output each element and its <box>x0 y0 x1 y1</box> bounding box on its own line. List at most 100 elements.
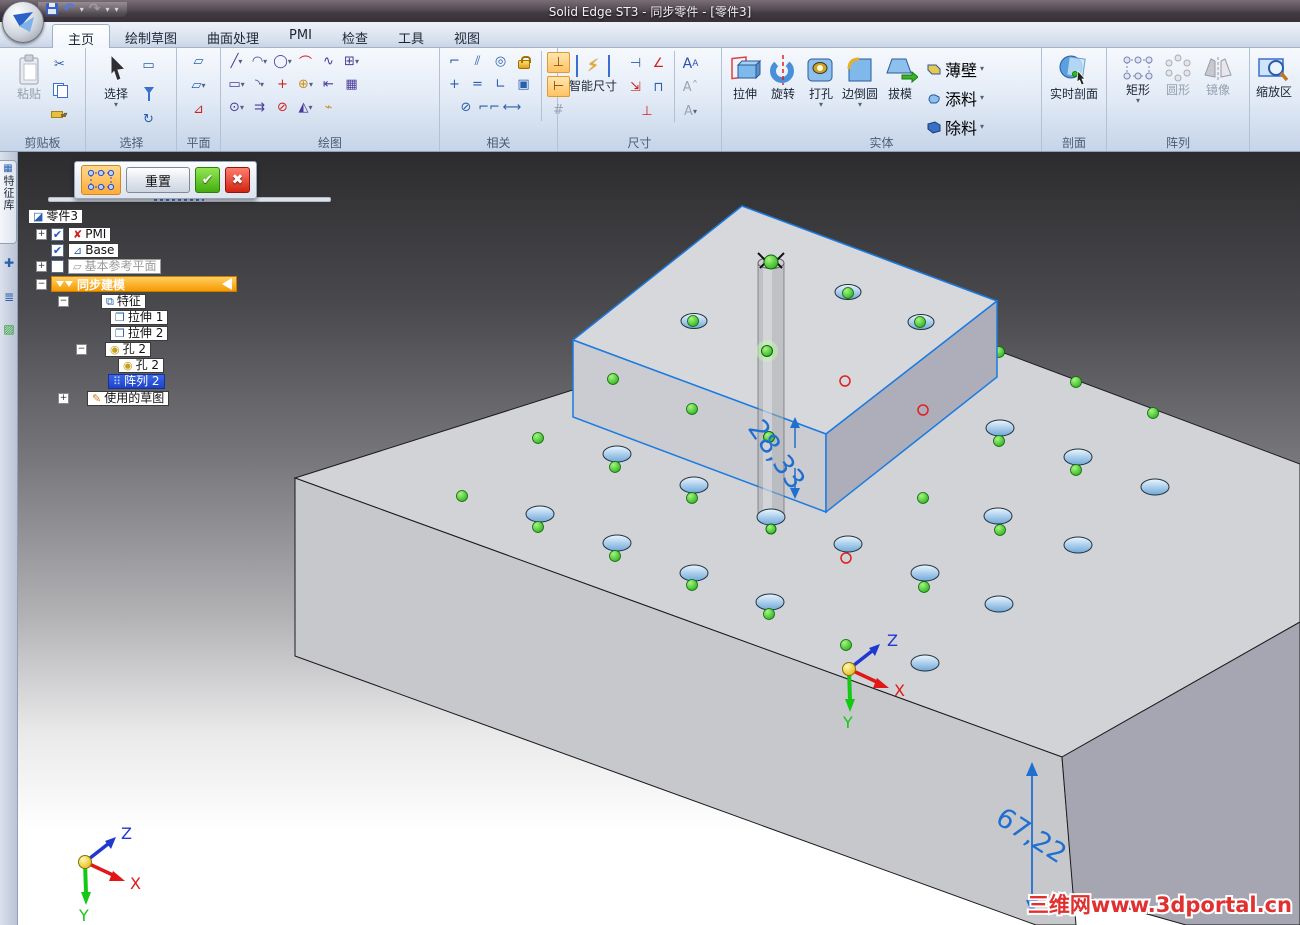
accept-button[interactable]: ✔ <box>195 167 220 193</box>
offset-tool-button[interactable]: ⇤ <box>317 74 340 95</box>
draft-button[interactable]: 拔模 <box>882 51 919 101</box>
angle-between-button[interactable]: ∠ <box>647 53 670 74</box>
equal-relation-button[interactable]: = <box>466 74 489 95</box>
tree-row-base[interactable]: ✔ ⊿ Base <box>51 243 120 258</box>
select-button[interactable]: 选择 ▾ <box>103 51 129 109</box>
rectangular-pattern-button[interactable]: 矩形 ▾ <box>1121 51 1155 105</box>
perpendicular-relation-button[interactable]: ∟ <box>489 74 512 95</box>
hole[interactable] <box>1063 536 1093 554</box>
tree-row-pattern-selected[interactable]: ⠿ 阵列 2 <box>108 374 165 389</box>
rectangular-pattern-active-tool[interactable] <box>81 165 121 195</box>
collapse-icon[interactable]: − <box>58 296 69 307</box>
rigid-set-relation-button[interactable]: ▣ <box>512 74 535 95</box>
ellipse-tool-button[interactable]: ⌒ <box>294 51 317 72</box>
hole[interactable] <box>679 476 709 494</box>
pmi-checkbox[interactable]: ✔ <box>51 228 64 241</box>
tab-home[interactable]: 主页 <box>52 24 111 48</box>
pattern-point-handle[interactable] <box>761 345 773 357</box>
zoom-area-button[interactable]: 缩放区 <box>1256 51 1292 99</box>
chamfer-tool-button[interactable]: ◭ ▾ <box>294 97 317 118</box>
tab-inspect[interactable]: 检查 <box>327 24 383 48</box>
hole-button[interactable]: 打孔 ▾ <box>804 51 838 109</box>
symmetric-diameter-button[interactable]: ⇲ <box>624 77 647 98</box>
tree-row-pmi[interactable]: + ✔ ✘ PMI <box>36 227 112 242</box>
tab-sketch[interactable]: 绘制草图 <box>110 24 192 48</box>
tree-row-sync-modeling[interactable]: − 同步建模 <box>36 276 237 292</box>
collinear-relation-button[interactable]: ⟷ <box>501 97 524 118</box>
base-checkbox[interactable]: ✔ <box>51 244 64 257</box>
tab-pmi[interactable]: PMI <box>274 24 327 48</box>
hatch-tool-button[interactable]: ▦ <box>340 74 363 95</box>
lock-relation-button[interactable] <box>512 51 535 72</box>
circle-tool-button[interactable]: ◯ ▾ <box>271 51 294 72</box>
tree-row-features[interactable]: − ⧉ 特征 <box>58 294 146 309</box>
round-button[interactable]: 边倒圆 ▾ <box>842 51 878 109</box>
rectangle-tool-button[interactable]: ▭ ▾ <box>225 74 248 95</box>
live-section-button[interactable]: 实时剖面 <box>1050 51 1098 101</box>
trim-tool-button[interactable]: ⊘ <box>271 97 294 118</box>
tree-row-extrude-1[interactable]: ❒ 拉伸 1 <box>110 310 169 325</box>
copy-button[interactable] <box>48 79 71 100</box>
distance-between-button[interactable]: ⊣ <box>624 53 647 74</box>
thin-wall-button[interactable]: 薄壁 ▾ <box>926 57 984 81</box>
symmetric-relation-button[interactable]: ⌐⌐ <box>478 97 501 118</box>
line-tool-button[interactable]: ╱ ▾ <box>225 51 248 72</box>
extrude-button[interactable]: 拉伸 <box>728 51 762 101</box>
grid-tool-button[interactable]: ⊞ ▾ <box>340 51 363 72</box>
select-filter-button[interactable] <box>137 82 160 103</box>
connect-relation-button[interactable]: ⌐ <box>443 51 466 72</box>
tangent-relation-button[interactable]: ⊘ <box>455 97 478 118</box>
rollback-triangle-icon[interactable] <box>222 278 232 290</box>
coordinate-dimension-button[interactable]: ⊓ <box>647 77 670 98</box>
tree-row-hole-child[interactable]: ◉ 孔 2 <box>118 358 165 373</box>
tab-surfacing[interactable]: 曲面处理 <box>192 24 274 48</box>
hole[interactable] <box>984 595 1014 613</box>
hole-axis-cylinder[interactable] <box>756 252 786 535</box>
project-edge-button[interactable]: ⇉ <box>248 97 271 118</box>
hole[interactable] <box>602 445 632 463</box>
spline-tool-button[interactable]: ∿ <box>317 51 340 72</box>
hole[interactable] <box>910 654 940 672</box>
hole[interactable] <box>525 505 555 523</box>
sync-modeling-bar[interactable]: 同步建模 <box>51 276 237 292</box>
select-window-button[interactable]: ▭ <box>137 55 160 76</box>
ref-planes-checkbox[interactable] <box>51 260 64 273</box>
tab-view[interactable]: 视图 <box>439 24 495 48</box>
expand-icon[interactable]: + <box>58 393 69 404</box>
more-planes-button[interactable]: ▱ ▾ <box>187 75 210 96</box>
hole[interactable] <box>755 593 785 611</box>
tree-row-hole-parent[interactable]: − ◉ 孔 2 <box>76 342 152 357</box>
hole[interactable] <box>679 564 709 582</box>
tree-row-extrude-2[interactable]: ❒ 拉伸 2 <box>110 326 169 341</box>
arc-tool-button[interactable]: ◠ ▾ <box>248 51 271 72</box>
expand-icon[interactable]: + <box>36 261 47 272</box>
fillet-tool-button[interactable]: ◝ ▾ <box>248 74 271 95</box>
tree-row-ref-planes[interactable]: + ▱ 基本参考平面 <box>36 259 162 274</box>
hole[interactable] <box>1140 478 1170 496</box>
pattern-point-handle[interactable] <box>765 523 777 535</box>
center-circle-tool-button[interactable]: ⊙ ▾ <box>225 97 248 118</box>
hole[interactable] <box>1063 448 1093 466</box>
angle-coordinate-button[interactable]: ⊥ <box>636 101 659 122</box>
reset-button[interactable]: 重置 <box>126 167 190 193</box>
cut-material-button[interactable]: 除料 ▾ <box>926 115 984 139</box>
hole[interactable] <box>910 564 940 582</box>
layers-icon[interactable]: ≣ <box>1 290 17 304</box>
part-library-icon[interactable]: ✚ <box>1 256 17 270</box>
smart-dimension-button[interactable]: ⚡ 智能尺寸 <box>562 51 624 93</box>
hole[interactable] <box>833 535 863 553</box>
concentric-relation-button[interactable]: ◎ <box>489 51 512 72</box>
add-material-button[interactable]: 添料 ▾ <box>926 86 984 110</box>
dimension-style-button[interactable]: AA <box>679 53 702 74</box>
cylinder-top-handle[interactable] <box>763 254 779 270</box>
coordinate-system-button[interactable]: ⊿ <box>187 99 210 120</box>
feature-library-tab[interactable]: ▦ 特征库 <box>0 160 17 244</box>
hole[interactable] <box>756 508 786 526</box>
hole[interactable] <box>985 419 1015 437</box>
hole[interactable] <box>983 507 1013 525</box>
curve-tool-button[interactable]: ⌁ <box>317 97 340 118</box>
application-button[interactable] <box>2 1 44 43</box>
tree-row-used-sketches[interactable]: + ✎ 使用的草图 <box>58 391 170 406</box>
revolve-button[interactable]: 旋转 <box>766 51 800 101</box>
horizontal-vertical-relation-button[interactable]: + <box>443 74 466 95</box>
